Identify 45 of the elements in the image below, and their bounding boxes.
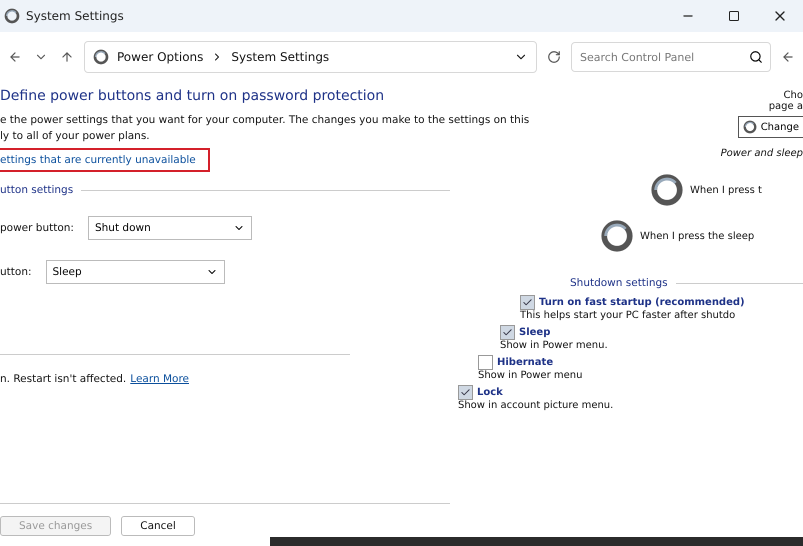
check-icon	[522, 297, 533, 308]
refresh-icon	[547, 50, 561, 64]
section-title: Shutdown settings	[570, 277, 668, 289]
checkbox[interactable]	[500, 325, 515, 340]
dropdown-field[interactable]: Shut down	[88, 216, 252, 240]
change-button[interactable]: Change	[738, 116, 803, 138]
section-title: utton settings	[0, 184, 74, 196]
checkbox[interactable]	[458, 385, 473, 400]
option-label: Sleep	[519, 327, 550, 338]
refresh-button[interactable]	[545, 48, 563, 66]
up-arrow-icon	[60, 50, 74, 64]
cancel-button[interactable]: Cancel	[121, 516, 195, 536]
breadcrumb[interactable]: System Settings	[231, 50, 330, 64]
action-text: When I press t	[690, 184, 762, 196]
search-icon	[749, 50, 763, 64]
settings-link[interactable]: ettings that are currently unavailable	[0, 148, 210, 172]
learn-more-link[interactable]: Learn More	[130, 373, 189, 385]
option-description: Show in Power menu	[478, 370, 582, 381]
field-label: utton:	[0, 266, 32, 278]
option-label: Turn on fast startup (recommended)	[539, 297, 745, 308]
check-icon	[502, 327, 513, 338]
address-bar[interactable]: Power Options System Settings	[84, 41, 537, 73]
note-text: n. Restart isn't affected.	[0, 373, 126, 385]
search-field[interactable]: Search Control Panel	[571, 42, 771, 72]
check-icon	[460, 387, 471, 398]
maximize-icon	[728, 10, 740, 22]
field-label: power button:	[0, 222, 74, 234]
option-description: This helps start your PC faster after shutdo	[520, 310, 736, 321]
action-text: When I press the sleep	[640, 230, 754, 242]
dropdown-field[interactable]: Sleep	[46, 260, 225, 284]
side-text: Cho	[784, 90, 803, 101]
description-text: e the power settings that you want for your computer. The changes you make to the settings on this	[0, 113, 530, 128]
checkbox[interactable]	[520, 295, 535, 310]
option-description: Show in account picture menu.	[458, 400, 614, 411]
option-label: Lock	[477, 387, 503, 398]
description-text: ly to all of your power plans.	[0, 129, 150, 144]
option-description: Show in Power menu.	[500, 340, 608, 351]
page-heading: Define power buttons and turn on password protection	[0, 88, 386, 104]
option-label: Hibernate	[497, 357, 554, 368]
checkbox[interactable]	[478, 355, 493, 370]
window-title: System Settings	[26, 9, 125, 23]
section-title: Power and sleep	[720, 148, 803, 159]
back-arrow-icon	[781, 50, 795, 64]
side-text: page a	[768, 101, 803, 112]
breadcrumb[interactable]: Power Options	[117, 50, 204, 64]
